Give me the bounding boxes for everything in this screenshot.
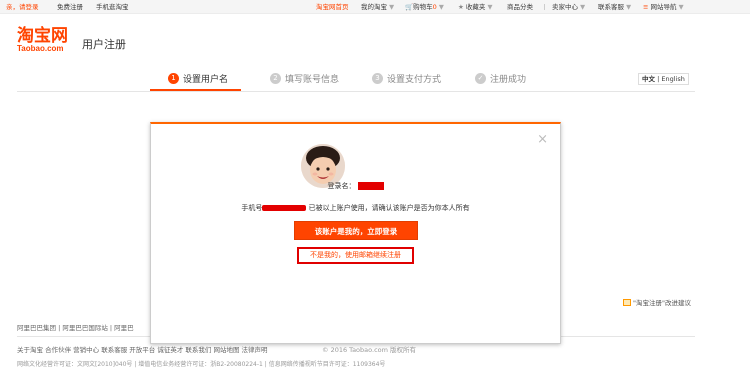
cart-link[interactable]: 🛒购物车0 ▼ — [405, 3, 444, 11]
taobao-logo[interactable]: 淘宝网 Taobao.com — [17, 27, 68, 53]
star-icon: ★ — [458, 3, 464, 11]
step-label: 设置支付方式 — [387, 74, 442, 85]
step-account-info: 2 填写账号信息 — [270, 71, 339, 85]
chevron-down-icon: ▼ — [678, 3, 684, 11]
login-name-label: 登录名： — [327, 182, 356, 190]
check-icon: ✓ — [475, 72, 486, 84]
login-name-row: 登录名： — [151, 181, 560, 191]
close-icon[interactable]: × — [537, 133, 548, 146]
mobile-taobao-link[interactable]: 手机逛淘宝 — [96, 3, 129, 11]
login-link[interactable]: 亲，请登录 — [6, 3, 39, 11]
step-payment: 3 设置支付方式 — [372, 71, 441, 85]
step-success: ✓ 注册成功 — [475, 71, 526, 85]
language-switch: 中文 | English — [638, 73, 689, 85]
step-number: 3 — [372, 72, 383, 84]
feedback-label: "淘宝注册"改进建议 — [633, 299, 691, 307]
step-number: 1 — [168, 72, 179, 84]
register-with-email-link[interactable]: 不是我的，使用邮箱继续注册 — [297, 247, 414, 264]
register-link[interactable]: 免费注册 — [57, 3, 83, 11]
my-taobao-link[interactable]: 我的淘宝 ▼ — [361, 3, 394, 11]
feedback-link[interactable]: "淘宝注册"改进建议 — [623, 297, 691, 307]
seller-center-link[interactable]: 卖家中心 ▼ — [552, 3, 585, 11]
favorites-link[interactable]: ★ 收藏夹 ▼ — [458, 3, 492, 11]
step-label: 填写账号信息 — [285, 74, 340, 85]
step-number: 2 — [270, 72, 281, 84]
lang-zh[interactable]: 中文 — [642, 75, 655, 83]
cart-count: 0 — [432, 3, 437, 11]
redacted-login-name — [357, 182, 384, 190]
step-label: 注册成功 — [490, 74, 527, 85]
divider — [544, 4, 545, 10]
footer-group-links[interactable]: 阿里巴巴集团 | 阿里巴巴国际站 | 阿里巴 — [17, 322, 134, 332]
step-set-username: 1 设置用户名 — [168, 71, 228, 85]
categories-link[interactable]: 商品分类 — [507, 3, 533, 11]
footer-license: 网络文化经营许可证：文网文[2010]040号 | 增值电信业务经营许可证：浙B… — [17, 361, 386, 368]
account-exists-dialog: × 登录名： 手机号 已被以上账户使用，请确认该账户是否为你本人所有 该账户是我… — [150, 122, 561, 344]
divider — [17, 91, 695, 92]
chevron-down-icon: ▼ — [580, 3, 586, 11]
phone-notice: 手机号 已被以上账户使用，请确认该账户是否为你本人所有 — [151, 203, 560, 213]
footer-links[interactable]: 关于淘宝 合作伙伴 营销中心 联系客服 开放平台 诚征英才 联系我们 网站地图 … — [17, 344, 268, 354]
chevron-down-icon: ▼ — [487, 3, 493, 11]
chevron-down-icon: ▼ — [438, 3, 444, 11]
menu-icon: ≡ — [643, 3, 649, 11]
lang-en[interactable]: English — [661, 75, 684, 83]
redacted-phone-number — [262, 205, 307, 211]
feedback-icon — [623, 298, 631, 306]
site-nav-link[interactable]: ≡ 网站导航 ▼ — [643, 3, 684, 11]
footer-copyright: © 2016 Taobao.com 版权所有 — [322, 346, 417, 354]
contact-link[interactable]: 联系客服 ▼ — [598, 3, 631, 11]
chevron-down-icon: ▼ — [626, 3, 632, 11]
login-now-button[interactable]: 该账户是我的，立即登录 — [294, 221, 418, 240]
cart-icon: 🛒 — [405, 3, 414, 11]
top-bar: 亲，请登录 免费注册 手机逛淘宝 淘宝网首页 我的淘宝 ▼ 🛒购物车0 ▼ ★ … — [0, 0, 750, 14]
phone-label: 手机号 — [241, 204, 263, 212]
home-link[interactable]: 淘宝网首页 — [316, 3, 349, 11]
chevron-down-icon: ▼ — [389, 3, 395, 11]
registration-steps: 1 设置用户名 2 填写账号信息 3 设置支付方式 ✓ 注册成功 — [150, 70, 570, 92]
page-title: 用户注册 — [82, 38, 126, 51]
step-label: 设置用户名 — [183, 74, 229, 85]
phone-message: 已被以上账户使用，请确认该账户是否为你本人所有 — [308, 204, 470, 212]
lang-separator: | — [657, 75, 660, 83]
